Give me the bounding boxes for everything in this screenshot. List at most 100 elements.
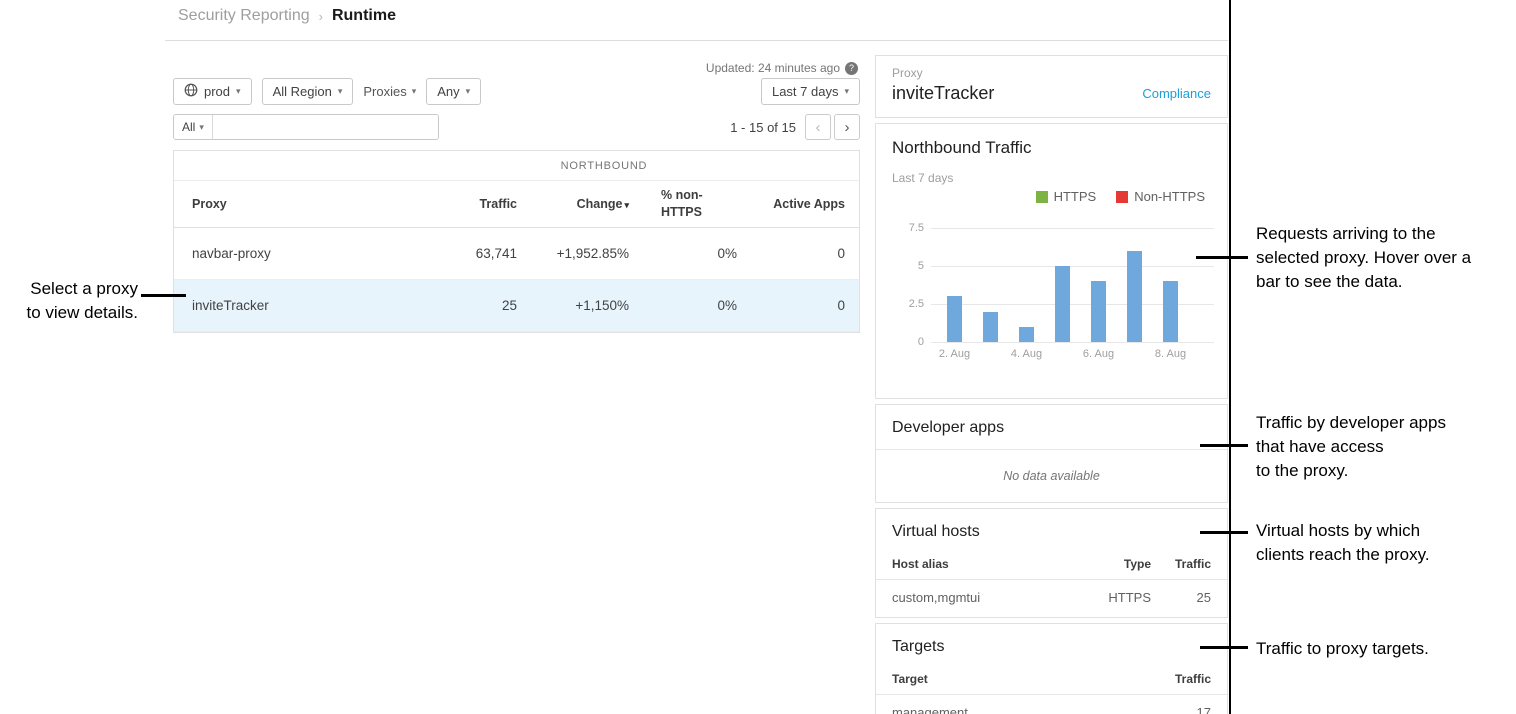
northbound-chart-xaxis: 2. Aug4. Aug6. Aug8. Aug: [931, 348, 1214, 364]
annotation-connector: [1200, 444, 1248, 447]
targets-card: Targets Target Traffic management 17: [875, 623, 1228, 714]
help-icon[interactable]: ?: [845, 62, 858, 75]
filter-bar: prod ▾ All Region ▾ Proxies ▾ Any ▾ Last…: [173, 78, 860, 105]
page: Security Reporting › Runtime Updated: 24…: [0, 0, 1516, 714]
annotation-divider-line: [1229, 0, 1231, 714]
x-tick-label: 4. Aug: [997, 348, 1057, 360]
table-group-header-row: NORTHBOUND: [174, 151, 859, 181]
annotation-virtual-hosts: Virtual hosts by which clients reach the…: [1256, 519, 1516, 567]
proxy-summary-card: Proxy inviteTracker Compliance: [875, 55, 1228, 118]
virtual-hosts-header: Virtual hosts: [876, 509, 1227, 551]
pagination-range: 1 - 15 of 15: [730, 120, 796, 135]
environment-value: prod: [204, 84, 230, 99]
annotation-connector: [141, 294, 186, 297]
cell-proxy-name: inviteTracker: [174, 298, 397, 313]
page-title: Runtime: [332, 7, 396, 25]
x-tick-label: 6. Aug: [1069, 348, 1129, 360]
date-range-value: Last 7 days: [772, 84, 839, 99]
chart-bar-3. Aug[interactable]: [983, 312, 998, 342]
virtual-hosts-columns: Host alias Type Traffic: [876, 551, 1227, 580]
proxy-list-panel: Updated: 24 minutes ago ? prod ▾ All Reg…: [173, 55, 860, 333]
chart-bar-7. Aug[interactable]: [1127, 251, 1142, 342]
proxy-detail-panel: Proxy inviteTracker Compliance Northboun…: [875, 55, 1228, 714]
x-tick-label: 8. Aug: [1141, 348, 1201, 360]
cell-non-https: 0%: [629, 298, 737, 313]
breadcrumb: Security Reporting › Runtime: [178, 7, 396, 25]
any-dropdown[interactable]: Any ▾: [426, 78, 481, 105]
proxies-dropdown[interactable]: Proxies ▾: [363, 84, 416, 99]
virtual-hosts-title: Virtual hosts: [892, 523, 1211, 541]
gridline: [931, 228, 1214, 229]
chart-bar-6. Aug[interactable]: [1091, 281, 1106, 342]
table-row[interactable]: navbar-proxy 63,741 +1,952.85% 0% 0: [174, 228, 859, 280]
chart-bar-5. Aug[interactable]: [1055, 266, 1070, 342]
y-tick-label: 5: [894, 260, 924, 272]
chart-legend: HTTPS Non-HTTPS: [892, 189, 1211, 204]
column-target: Target: [892, 672, 1151, 686]
region-dropdown[interactable]: All Region ▾: [262, 78, 354, 105]
column-header-active-apps[interactable]: Active Apps: [737, 197, 859, 211]
cell-traffic: 17: [1151, 705, 1211, 714]
cell-change: +1,150%: [517, 298, 629, 313]
pagination: 1 - 15 of 15 ‹ ›: [730, 114, 860, 140]
search-scope-value: All: [182, 120, 195, 134]
table-header-row: Proxy Traffic Change▾ % non-HTTPS Active…: [174, 181, 859, 228]
environment-dropdown[interactable]: prod ▾: [173, 78, 252, 105]
prev-page-button[interactable]: ‹: [805, 114, 831, 140]
column-header-change[interactable]: Change▾: [517, 197, 629, 211]
column-header-change-label: Change: [577, 197, 623, 211]
northbound-traffic-title: Northbound Traffic: [892, 138, 1211, 158]
cell-host-alias: custom,mgmtui: [892, 590, 1071, 605]
chevron-down-icon: ▾: [338, 86, 343, 97]
cell-active-apps: 0: [737, 298, 859, 313]
chart-bar-4. Aug[interactable]: [1019, 327, 1034, 342]
column-header-non-https-label: % non-HTTPS: [661, 187, 707, 221]
search-input[interactable]: [213, 115, 438, 139]
column-header-traffic[interactable]: Traffic: [397, 197, 517, 211]
northbound-traffic-card: Northbound Traffic Last 7 days HTTPS Non…: [875, 123, 1228, 399]
column-header-non-https[interactable]: % non-HTTPS: [629, 187, 737, 221]
date-range-dropdown[interactable]: Last 7 days ▾: [761, 78, 860, 105]
annotation-developer-apps: Traffic by developer apps that have acce…: [1256, 411, 1516, 483]
y-tick-label: 0: [894, 336, 924, 348]
breadcrumb-separator-icon: ›: [319, 9, 323, 24]
chart-bar-2. Aug[interactable]: [947, 296, 962, 342]
breadcrumb-section[interactable]: Security Reporting: [178, 7, 310, 25]
annotation-requests: Requests arriving to the selected proxy.…: [1256, 222, 1516, 294]
annotation-targets: Traffic to proxy targets.: [1256, 637, 1516, 661]
target-row: management 17: [876, 695, 1227, 714]
updated-status: Updated: 24 minutes ago ?: [706, 61, 858, 75]
https-swatch-icon: [1036, 191, 1048, 203]
northbound-chart-plot: 7.5 5 2.5 0: [931, 228, 1214, 342]
any-value: Any: [437, 84, 459, 99]
chart-subtitle: Last 7 days: [892, 171, 1211, 185]
column-type: Type: [1071, 557, 1151, 571]
gridline: [931, 342, 1214, 343]
compliance-link[interactable]: Compliance: [1142, 86, 1211, 104]
globe-icon: [184, 83, 198, 100]
non-https-swatch-icon: [1116, 191, 1128, 203]
cell-type: HTTPS: [1071, 590, 1151, 605]
annotation-connector: [1200, 531, 1248, 534]
cell-active-apps: 0: [737, 246, 859, 261]
next-page-button[interactable]: ›: [834, 114, 860, 140]
annotation-connector: [1196, 256, 1248, 259]
y-tick-label: 2.5: [894, 298, 924, 310]
column-header-proxy[interactable]: Proxy: [174, 197, 397, 211]
cell-traffic: 25: [1151, 590, 1211, 605]
y-tick-label: 7.5: [894, 222, 924, 234]
chevron-down-icon: ▾: [236, 86, 241, 97]
virtual-hosts-card: Virtual hosts Host alias Type Traffic cu…: [875, 508, 1228, 618]
search-scope-dropdown[interactable]: All ▾: [174, 115, 213, 139]
chart-bar-8. Aug[interactable]: [1163, 281, 1178, 342]
developer-apps-card: Developer apps No data available: [875, 404, 1228, 503]
proxy-label: Proxy: [892, 66, 994, 80]
proxies-label: Proxies: [363, 84, 406, 99]
table-row[interactable]: inviteTracker 25 +1,150% 0% 0: [174, 280, 859, 332]
search-bar: All ▾ 1 - 15 of 15 ‹ ›: [173, 114, 860, 140]
no-data-message: No data available: [876, 450, 1227, 502]
northbound-group-label: NORTHBOUND: [504, 160, 704, 172]
virtual-host-row: custom,mgmtui HTTPS 25: [876, 580, 1227, 617]
selected-proxy-name: inviteTracker: [892, 83, 994, 104]
targets-title: Targets: [892, 638, 1211, 656]
